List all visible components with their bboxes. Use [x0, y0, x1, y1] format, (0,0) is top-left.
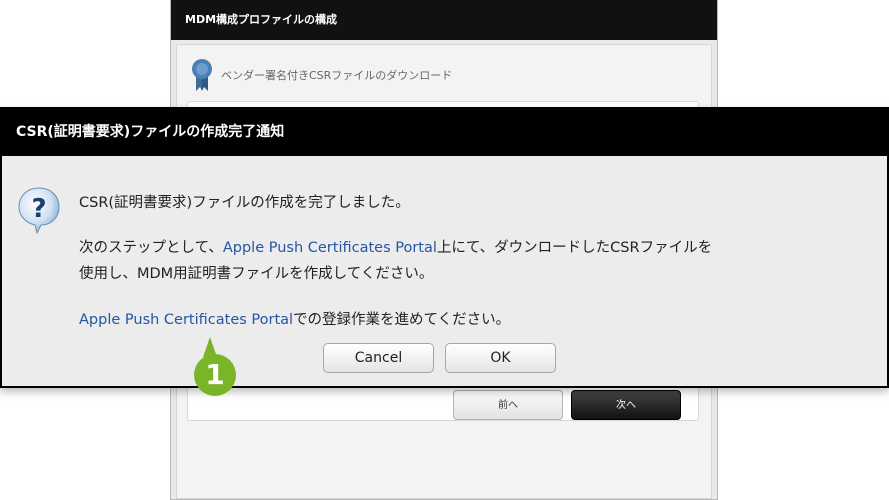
callout-marker: 1	[190, 337, 240, 401]
next-button[interactable]: 次へ	[571, 390, 681, 420]
apple-push-portal-link-inline[interactable]: Apple Push Certificates Portal	[223, 240, 437, 256]
ok-button[interactable]: OK	[445, 343, 556, 373]
background-dialog-title: MDM構成プロファイルの構成	[171, 0, 717, 40]
apple-push-portal-link[interactable]: Apple Push Certificates Portal	[79, 312, 293, 328]
prev-button[interactable]: 前へ	[453, 390, 563, 420]
callout-number: 1	[205, 358, 225, 391]
background-step-label: ベンダー署名付きCSRファイルのダウンロード	[221, 69, 453, 82]
cancel-button[interactable]: Cancel	[323, 343, 434, 373]
question-icon: ?	[18, 187, 60, 234]
message-line-2: 次のステップとして、Apple Push Certificates Portal…	[79, 236, 712, 257]
background-step-header: ベンダー署名付きCSRファイルのダウンロード	[191, 55, 452, 95]
dialog-title: CSR(証明書要求)ファイルの作成完了通知	[2, 109, 887, 156]
csr-complete-dialog: CSR(証明書要求)ファイルの作成完了通知 ? CSR(証明書要求)ファイルの作…	[0, 107, 889, 388]
ribbon-icon	[192, 59, 212, 91]
message-line-2-suffix: 上にて、ダウンロードしたCSRファイルを	[436, 240, 713, 256]
message-line-3: 使用し、MDM用証明書ファイルを作成してください。	[79, 266, 434, 282]
message-line-1: CSR(証明書要求)ファイルの作成を完了しました。	[79, 195, 410, 211]
message-line-4: Apple Push Certificates Portalでの登録作業を進めて…	[79, 308, 510, 329]
message-line-2-prefix: 次のステップとして、	[79, 240, 223, 256]
message-line-4-suffix: での登録作業を進めてください。	[293, 312, 511, 328]
svg-text:?: ?	[31, 194, 46, 224]
